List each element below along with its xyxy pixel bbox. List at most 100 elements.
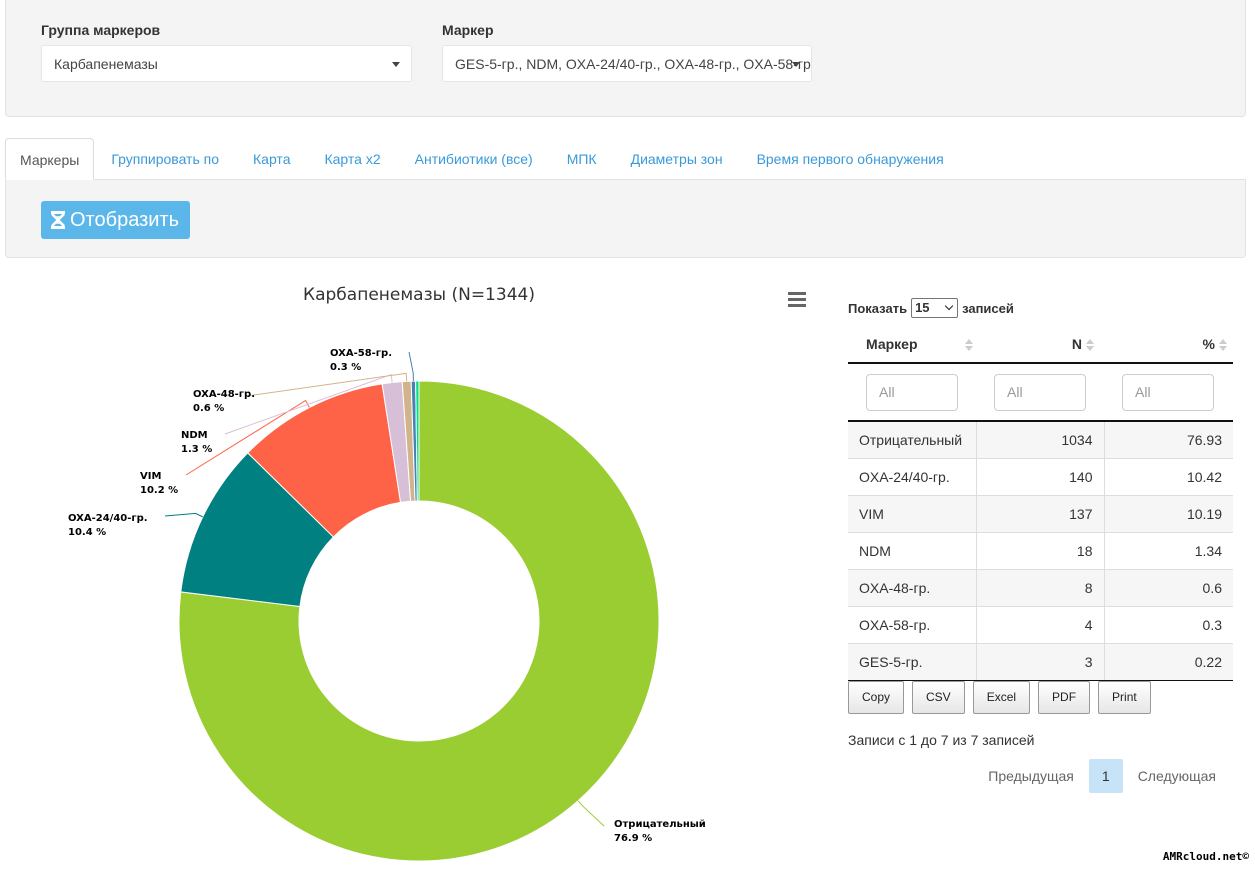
tab-zone-diameters[interactable]: Диаметры зон <box>614 138 740 180</box>
cell-marker: GES-5-гр. <box>848 643 977 681</box>
cell-n: 137 <box>976 495 1105 533</box>
cell-percent: 0.3 <box>1104 606 1233 644</box>
cell-percent: 10.42 <box>1104 458 1233 496</box>
table-info: Записи с 1 до 7 из 7 записей <box>848 731 1035 748</box>
page-length-select[interactable]: 15 <box>911 298 959 318</box>
pie-data-percent: 76.9 % <box>614 833 652 844</box>
pie-svg: Отрицательный 76.9 % OXA-24/40-гр. 10.4 % VI… <box>68 348 706 862</box>
table-row: Отрицательный 1034 76.93 <box>848 421 1233 459</box>
filter-n-input[interactable] <box>994 373 1086 411</box>
data-table-wrapper: Показать 15 записей Маркер N % Отрицател… <box>848 290 1233 793</box>
column-header-percent[interactable]: % <box>1104 326 1233 364</box>
pie-connector-line <box>408 351 414 382</box>
display-button-label: Отобразить <box>70 209 180 231</box>
column-header-label: N <box>1071 336 1082 352</box>
table-row: OXA-48-гр. 8 0.6 <box>848 569 1233 607</box>
tab-group-by[interactable]: Группировать по <box>94 138 236 180</box>
filter-marker-input[interactable] <box>866 373 958 411</box>
pie-connector-line <box>164 512 203 518</box>
cell-marker: Отрицательный <box>848 421 977 459</box>
pie-data-percent: 10.4 % <box>68 527 106 538</box>
pie-data-percent: 0.6 % <box>193 403 224 414</box>
markers-table: Маркер N % Отрицательный103476.93OXA-24/… <box>848 326 1233 681</box>
copy-button[interactable]: Copy <box>848 680 905 714</box>
export-buttons: Copy CSV Excel PDF Print <box>848 680 1233 714</box>
column-header-n[interactable]: N <box>976 326 1104 364</box>
tab-mic[interactable]: МПК <box>550 138 614 180</box>
table-body: Отрицательный 1034 76.93 OXA-24/40-гр. 140 10… <box>848 421 1233 681</box>
chevron-down-icon <box>944 301 954 311</box>
table-row: NDM 18 1.34 <box>848 532 1233 570</box>
cell-percent: 10.19 <box>1104 495 1233 533</box>
marker-label: Маркер <box>442 22 494 38</box>
cell-marker: OXA-58-гр. <box>848 606 977 644</box>
marker-group-select[interactable]: Карбапенемазы <box>41 45 412 82</box>
filter-percent-input[interactable] <box>1122 373 1214 411</box>
tab-bar: Маркеры Группировать по Карта Карта x2 А… <box>5 138 961 180</box>
action-panel: Отобразить <box>5 179 1246 258</box>
cell-percent: 76.93 <box>1104 421 1233 459</box>
tab-antibiotics-all[interactable]: Антибиотики (все) <box>398 138 550 180</box>
print-button[interactable]: Print <box>1098 680 1151 714</box>
cell-marker: VIM <box>848 495 977 533</box>
table-row: OXA-24/40-гр. 140 10.42 <box>848 458 1233 496</box>
show-prefix: Показать <box>848 300 908 316</box>
footer-brand: AMRcloud.net© <box>1162 850 1249 863</box>
cell-n: 140 <box>976 458 1105 496</box>
dna-icon <box>51 211 65 229</box>
pie-connector-line <box>577 800 605 827</box>
pie-data-label: OXA-48-гр. <box>193 389 255 400</box>
show-suffix: записей <box>962 300 1014 316</box>
cell-percent: 0.22 <box>1104 643 1233 681</box>
pie-data-label: VIM <box>140 471 161 482</box>
column-header-label: Маркер <box>866 336 918 352</box>
cell-n: 1034 <box>976 421 1105 459</box>
cell-n: 4 <box>976 606 1105 644</box>
previous-page-button[interactable]: Предыдущая <box>973 759 1089 793</box>
cell-n: 3 <box>976 643 1105 681</box>
marker-select[interactable]: GES-5-гр., NDM, OXA-24/40-гр., OXA-48-гр… <box>442 45 812 82</box>
next-page-button[interactable]: Следующая <box>1123 759 1231 793</box>
marker-value: GES-5-гр., NDM, OXA-24/40-гр., OXA-48-гр… <box>455 56 812 72</box>
pie-data-label: Отрицательный <box>614 819 706 830</box>
table-row: VIM 137 10.19 <box>848 495 1233 533</box>
marker-group-label: Группа маркеров <box>41 22 161 38</box>
pie-data-label: NDM <box>181 430 208 441</box>
caret-down-icon <box>392 62 400 67</box>
pie-chart: Карбапенемазы (N=1344) Отрицательный 76.9… <box>0 270 830 869</box>
caret-down-icon <box>792 62 800 67</box>
pie-data-label: OXA-24/40-гр. <box>68 513 148 524</box>
excel-button[interactable]: Excel <box>972 680 1031 714</box>
cell-marker: NDM <box>848 532 977 570</box>
table-row: OXA-58-гр. 4 0.3 <box>848 606 1233 644</box>
csv-button[interactable]: CSV <box>912 680 965 714</box>
sort-icon <box>965 339 973 351</box>
page-length-value: 15 <box>915 300 930 315</box>
pagination: Предыдущая 1 Следующая <box>848 758 1231 793</box>
cell-percent: 1.34 <box>1104 532 1233 570</box>
cell-percent: 0.6 <box>1104 569 1233 607</box>
page-length-control: Показать 15 записей <box>848 290 1233 326</box>
sort-icon <box>1086 339 1094 352</box>
tab-map-x2[interactable]: Карта x2 <box>307 138 397 180</box>
cell-n: 8 <box>976 569 1105 607</box>
tab-markers[interactable]: Маркеры <box>5 138 95 180</box>
pie-data-percent: 1.3 % <box>181 444 212 455</box>
tab-first-detection-time[interactable]: Время первого обнаружения <box>740 138 961 180</box>
sort-icon <box>1219 339 1227 352</box>
cell-marker: OXA-48-гр. <box>848 569 977 607</box>
cell-marker: OXA-24/40-гр. <box>848 458 977 496</box>
tab-map[interactable]: Карта <box>236 138 307 180</box>
marker-group-value: Карбапенемазы <box>54 56 158 72</box>
column-header-marker[interactable]: Маркер <box>848 326 976 364</box>
pie-data-percent: 0.3 % <box>330 362 361 373</box>
display-button[interactable]: Отобразить <box>41 201 191 239</box>
column-header-label: % <box>1202 336 1215 352</box>
cell-n: 18 <box>976 532 1105 570</box>
page-1-button[interactable]: 1 <box>1088 758 1123 793</box>
filter-panel: Группа маркеров Карбапенемазы Маркер GES… <box>5 0 1246 117</box>
pie-data-label: OXA-58-гр. <box>330 348 392 359</box>
pdf-button[interactable]: PDF <box>1038 680 1091 714</box>
pie-data-percent: 10.2 % <box>140 485 178 496</box>
table-row: GES-5-гр. 3 0.22 <box>848 643 1233 681</box>
